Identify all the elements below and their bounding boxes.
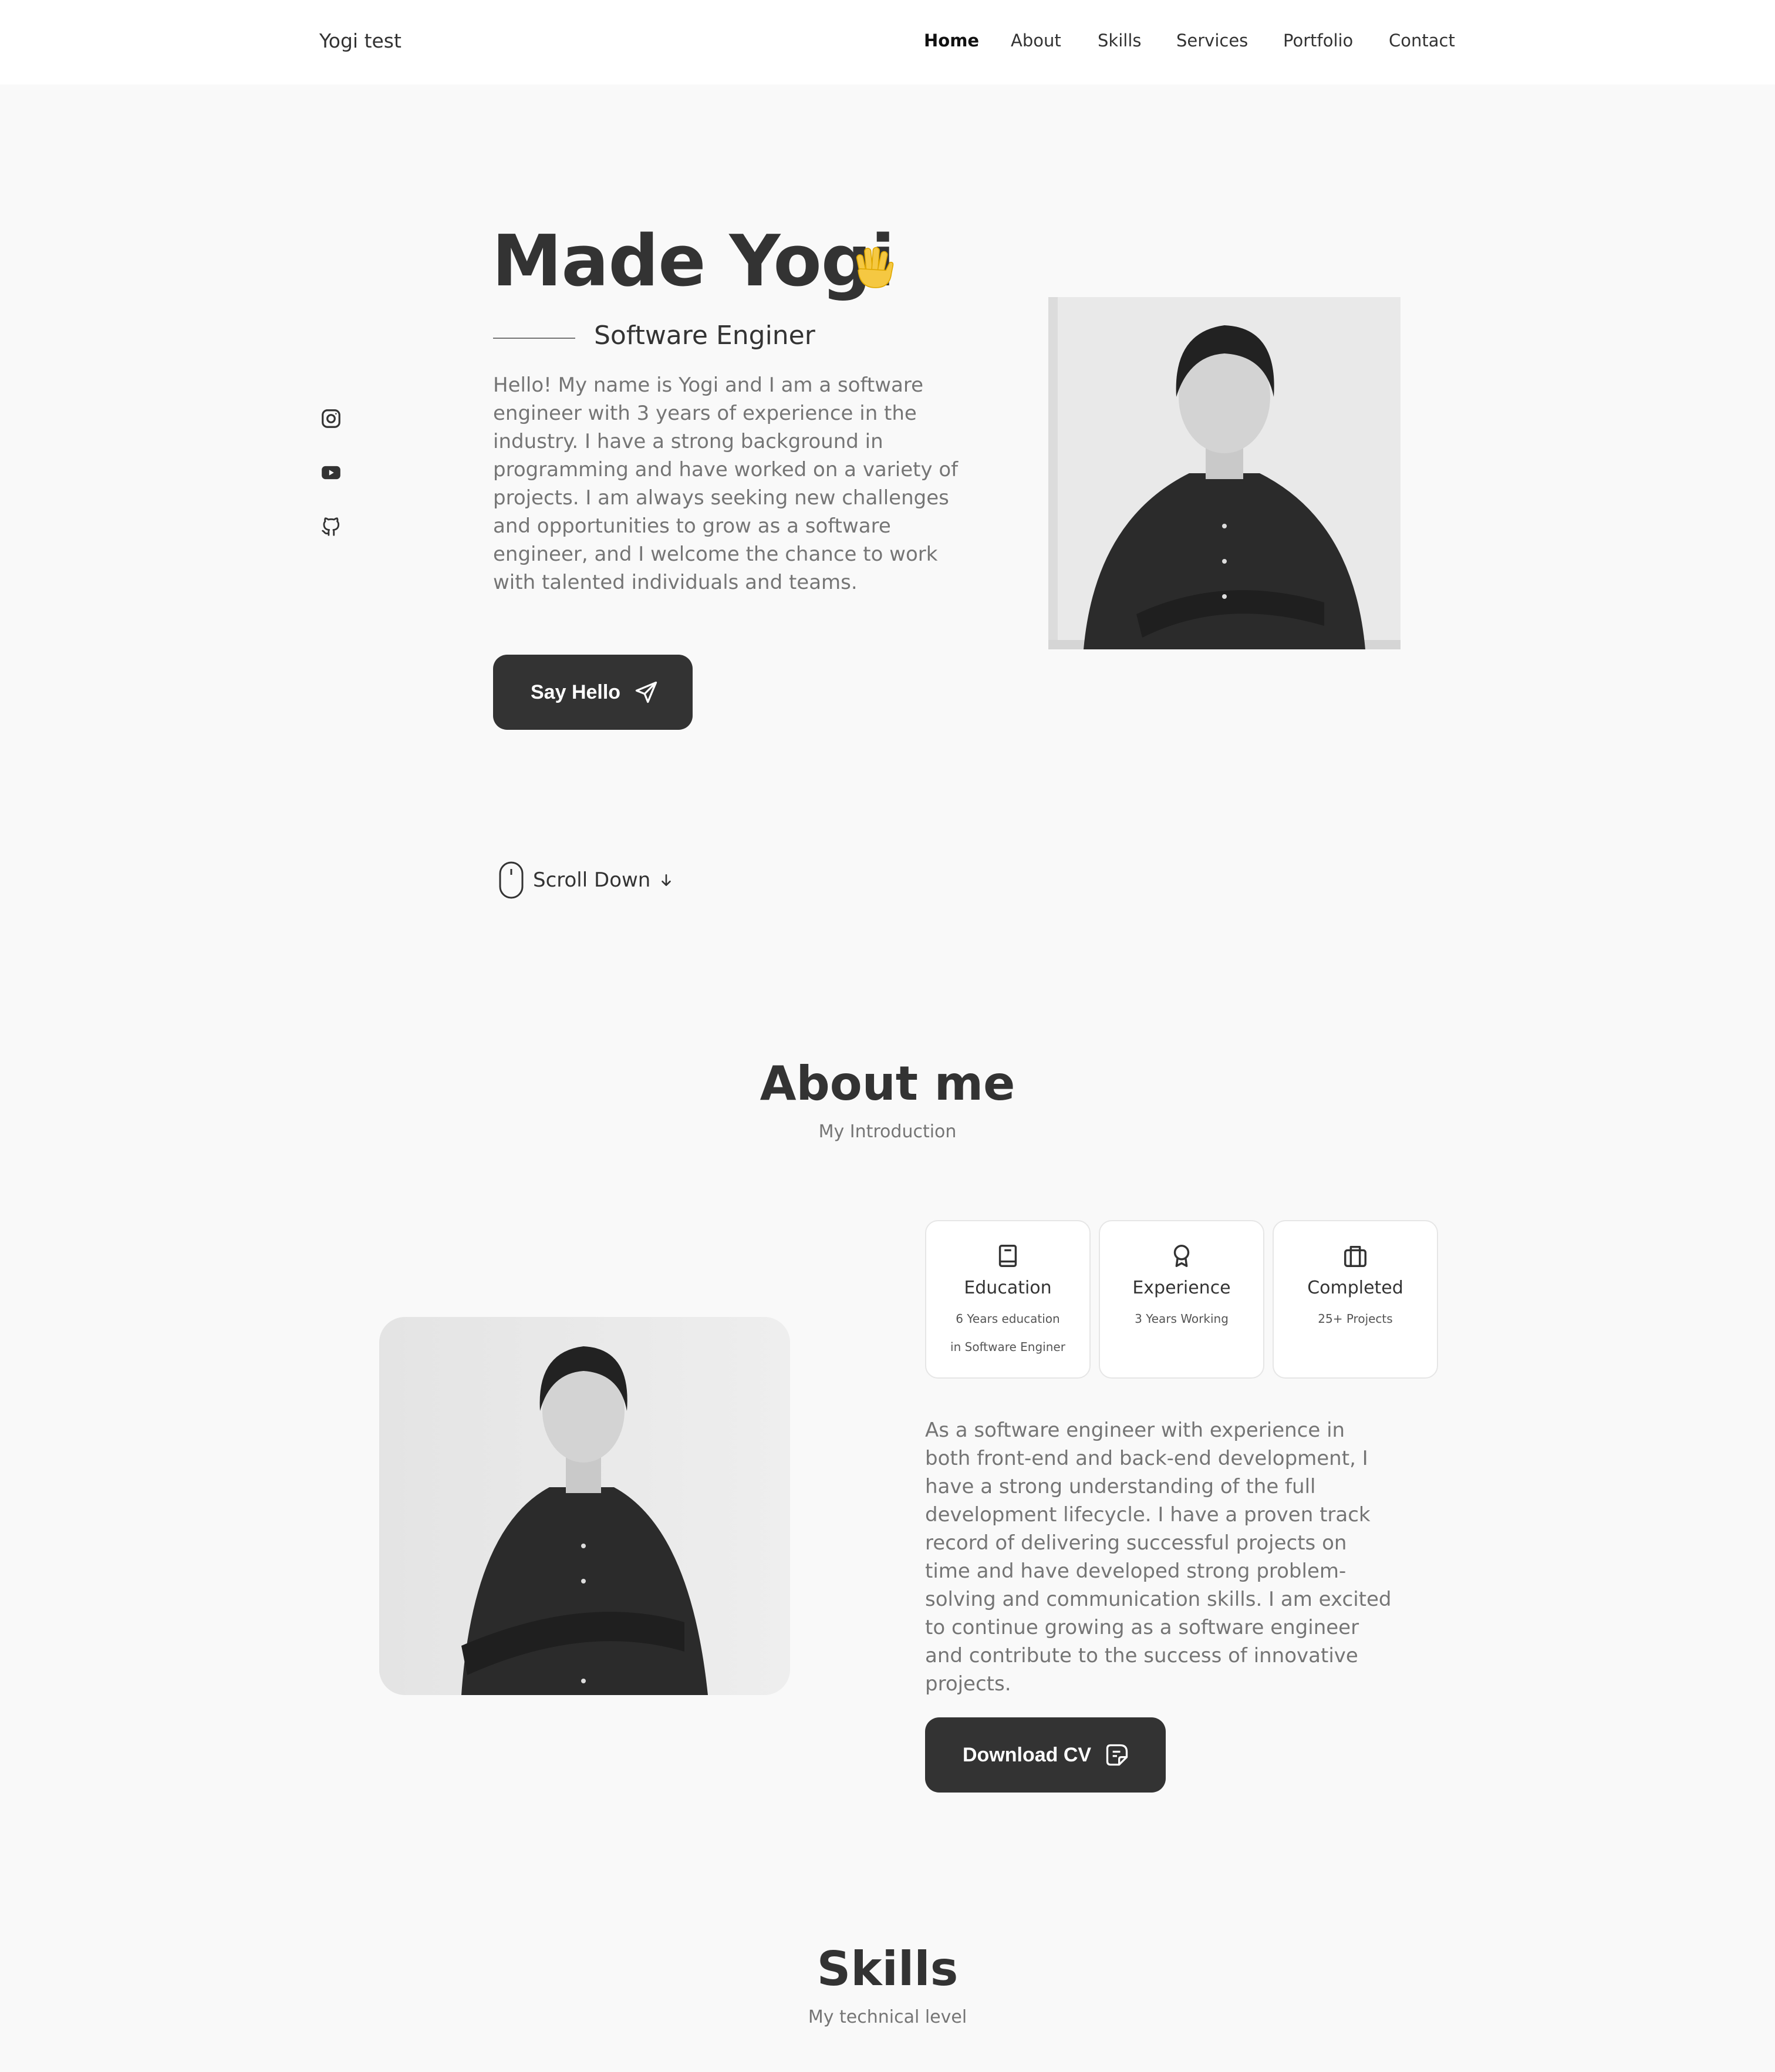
subtitle-divider [493, 338, 575, 339]
scroll-down-label: Scroll Down [533, 868, 651, 892]
education-title: Education [964, 1278, 1052, 1298]
education-card: Education 6 Years education in Software … [925, 1220, 1091, 1379]
instagram-icon[interactable] [319, 407, 343, 430]
book-icon [998, 1245, 1017, 1267]
about-profile-photo [379, 1317, 790, 1695]
about-section-subtitle: My Introduction [818, 1121, 957, 1142]
nav-item-home[interactable]: Home [924, 31, 979, 50]
download-cv-label: Download CV [963, 1743, 1092, 1766]
hero-name: Made Yogi [492, 221, 895, 302]
completed-line-1: 25+ Projects [1318, 1312, 1393, 1326]
completed-card: Completed 25+ Projects [1273, 1220, 1438, 1379]
github-icon[interactable] [319, 515, 343, 538]
experience-title: Experience [1132, 1278, 1231, 1298]
education-line-1: 6 Years education [956, 1312, 1060, 1326]
arrow-down-icon [662, 874, 671, 886]
main-nav: Home About Skills Services Portfolio Con… [0, 31, 1775, 54]
hero-profile-photo [1048, 297, 1401, 649]
education-line-2: in Software Enginer [950, 1340, 1065, 1354]
experience-card: Experience 3 Years Working [1099, 1220, 1264, 1379]
nav-item-contact[interactable]: Contact [1389, 31, 1455, 50]
about-section-title: About me [760, 1056, 1015, 1111]
briefcase-icon [1344, 1245, 1366, 1267]
award-icon [1173, 1245, 1190, 1267]
skills-section-title: Skills [816, 1942, 959, 1996]
mouse-icon [499, 861, 524, 899]
experience-line-1: 3 Years Working [1135, 1312, 1229, 1326]
say-hello-label: Say Hello [531, 680, 621, 703]
youtube-icon[interactable] [319, 461, 343, 484]
about-description: As a software engineer with experience i… [925, 1419, 1392, 1696]
send-icon [635, 681, 657, 703]
hero-description: Hello! My name is Yogi and I am a softwa… [493, 373, 959, 594]
scroll-down-link[interactable]: Scroll Down [498, 861, 674, 899]
header: Yogi test Home About Skills Services Por… [0, 0, 1775, 85]
nav-item-portfolio[interactable]: Portfolio [1283, 31, 1353, 50]
nav-item-services[interactable]: Services [1176, 31, 1248, 50]
waving-hand-icon [856, 247, 894, 288]
say-hello-button[interactable]: Say Hello [493, 655, 693, 730]
completed-title: Completed [1307, 1278, 1403, 1298]
nav-item-about[interactable]: About [1011, 31, 1061, 50]
document-icon [1106, 1744, 1128, 1766]
hero-subtitle: Software Enginer [594, 321, 815, 351]
skills-section-subtitle: My technical level [808, 2007, 967, 2027]
nav-item-skills[interactable]: Skills [1098, 31, 1141, 50]
download-cv-button[interactable]: Download CV [925, 1717, 1166, 1793]
